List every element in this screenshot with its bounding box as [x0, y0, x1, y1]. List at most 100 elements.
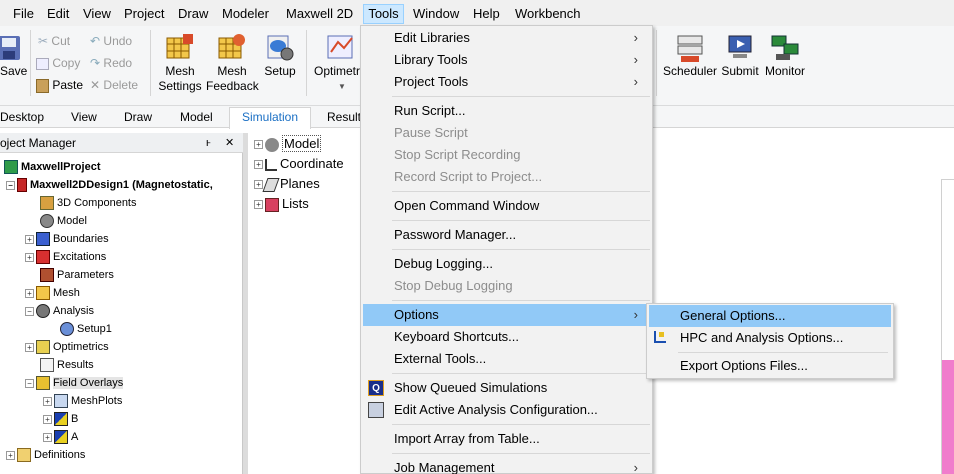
mesh-feedback-button[interactable]: Mesh Feedback: [206, 32, 259, 94]
menu-item-general-options[interactable]: General Options...: [649, 305, 891, 327]
delete-button[interactable]: ✕ Delete: [90, 76, 138, 94]
monitor-label: Monitor: [764, 64, 805, 78]
menu-item-record-script-to-project[interactable]: Record Script to Project...: [363, 166, 650, 188]
redo-button[interactable]: ↷ Redo: [90, 54, 132, 72]
expand-icon[interactable]: +: [25, 234, 34, 244]
components-icon: [40, 196, 54, 211]
menu-window[interactable]: Window: [412, 5, 460, 23]
tab-desktop[interactable]: Desktop: [0, 109, 44, 127]
tree-item-model[interactable]: Model: [40, 212, 87, 230]
setup-button[interactable]: Setup: [260, 32, 300, 79]
menu-item-external-tools[interactable]: External Tools...: [363, 348, 650, 370]
tab-draw[interactable]: Draw: [124, 109, 152, 127]
tree-item-excitations[interactable]: + Excitations: [25, 248, 106, 266]
tree-item-results[interactable]: Results: [40, 356, 94, 374]
menu-item-debug-logging[interactable]: Debug Logging...: [363, 253, 650, 275]
optimetrics-button[interactable]: Optimetr ▼: [312, 32, 360, 94]
save-button[interactable]: Save: [0, 34, 27, 79]
model-tree-item-planes[interactable]: + Planes: [254, 175, 320, 193]
tree-item-setup1[interactable]: Setup1: [60, 320, 112, 338]
menu-item-export-options-files[interactable]: Export Options Files...: [649, 355, 891, 377]
mesh-settings-button[interactable]: Mesh Settings: [156, 32, 204, 94]
tab-view[interactable]: View: [71, 109, 97, 127]
menu-item-keyboard-shortcuts[interactable]: Keyboard Shortcuts...: [363, 326, 650, 348]
close-icon[interactable]: ✕: [225, 133, 234, 153]
menu-item-project-tools[interactable]: Project Tools ›: [363, 71, 650, 93]
menu-tools[interactable]: Tools: [363, 4, 404, 24]
expand-icon[interactable]: +: [254, 140, 263, 150]
tree-item-analysis[interactable]: − Analysis: [25, 302, 94, 320]
tree-item-definitions[interactable]: + Definitions: [6, 446, 85, 464]
undo-button[interactable]: ↶ Undo: [90, 32, 132, 50]
menu-file[interactable]: File: [12, 5, 35, 23]
model-tree-item-lists[interactable]: + Lists: [254, 195, 309, 213]
monitor-button[interactable]: Monitor: [762, 32, 808, 79]
menu-view[interactable]: View: [82, 5, 112, 23]
expand-icon[interactable]: +: [25, 288, 34, 298]
scheduler-button[interactable]: Scheduler: [662, 32, 718, 79]
menu-draw[interactable]: Draw: [177, 5, 209, 23]
tab-model[interactable]: Model: [180, 109, 213, 127]
menu-edit[interactable]: Edit: [46, 5, 70, 23]
lists-icon: [265, 197, 279, 212]
collapse-icon[interactable]: −: [6, 180, 15, 190]
tree-item-b[interactable]: + B: [43, 410, 78, 428]
tree-label: Optimetrics: [53, 341, 109, 353]
menu-modeler[interactable]: Modeler: [221, 5, 270, 23]
paste-button[interactable]: Paste: [36, 76, 83, 94]
tree-item-design[interactable]: − Maxwell2DDesign1 (Magnetostatic,: [6, 176, 213, 194]
menu-help[interactable]: Help: [472, 5, 501, 23]
tree-label: Boundaries: [53, 233, 109, 245]
options-submenu: General Options... HPC and Analysis Opti…: [646, 303, 894, 379]
menu-item-edit-libraries[interactable]: Edit Libraries ›: [363, 27, 650, 49]
setup-label: Setup: [264, 64, 296, 78]
collapse-icon[interactable]: −: [25, 378, 34, 388]
menu-item-import-array-from-table[interactable]: Import Array from Table...: [363, 428, 650, 450]
optimetrics-dropdown-icon[interactable]: ▼: [312, 79, 360, 94]
tree-item-mesh[interactable]: + Mesh: [25, 284, 80, 302]
menu-item-password-manager[interactable]: Password Manager...: [363, 224, 650, 246]
menu-item-stop-script-recording[interactable]: Stop Script Recording: [363, 144, 650, 166]
copy-button[interactable]: Copy: [36, 54, 80, 72]
tree-item-optimetrics[interactable]: + Optimetrics: [25, 338, 109, 356]
menu-project[interactable]: Project: [123, 5, 165, 23]
cut-button[interactable]: ✂ Cut: [38, 32, 70, 50]
tree-item-field-overlays[interactable]: − Field Overlays: [25, 374, 124, 392]
expand-icon[interactable]: +: [43, 432, 52, 442]
tab-result[interactable]: Result: [327, 109, 361, 127]
menu-workbench[interactable]: Workbench: [514, 5, 582, 23]
menu-item-show-queued-simulations[interactable]: Q Show Queued Simulations: [363, 377, 650, 399]
menu-item-pause-script[interactable]: Pause Script: [363, 122, 650, 144]
model-tree-item-coordinate[interactable]: + Coordinate: [254, 155, 344, 173]
pin-icon[interactable]: ⱶ: [206, 133, 211, 153]
expand-icon[interactable]: +: [25, 252, 34, 262]
menu-item-hpc-and-analysis-options[interactable]: HPC and Analysis Options...: [649, 327, 891, 349]
expand-icon[interactable]: +: [6, 450, 15, 460]
tree-item-parameters[interactable]: Parameters: [40, 266, 114, 284]
analysis-config-icon: [368, 402, 384, 418]
collapse-icon[interactable]: −: [25, 306, 34, 316]
tree-item-project[interactable]: MaxwellProject: [4, 158, 100, 176]
tree-item-a[interactable]: + A: [43, 428, 78, 446]
menu-item-library-tools[interactable]: Library Tools ›: [363, 49, 650, 71]
expand-icon[interactable]: +: [43, 414, 52, 424]
expand-icon[interactable]: +: [254, 160, 263, 170]
menu-item-stop-debug-logging[interactable]: Stop Debug Logging: [363, 275, 650, 297]
submit-button[interactable]: Submit: [718, 32, 762, 79]
menu-item-job-management[interactable]: Job Management ›: [363, 457, 650, 474]
tree-item-3d-components[interactable]: 3D Components: [40, 194, 137, 212]
menu-item-edit-active-analysis-configuration[interactable]: Edit Active Analysis Configuration...: [363, 399, 650, 421]
menu-item-run-script[interactable]: Run Script...: [363, 100, 650, 122]
model-tree-item-model[interactable]: + Model: [254, 135, 322, 153]
tree-label: 3D Components: [57, 197, 137, 209]
menu-item-options[interactable]: Options ›: [363, 304, 650, 326]
menu-item-open-command-window[interactable]: Open Command Window: [363, 195, 650, 217]
tree-item-boundaries[interactable]: + Boundaries: [25, 230, 109, 248]
expand-icon[interactable]: +: [254, 180, 263, 190]
tree-item-meshplots[interactable]: + MeshPlots: [43, 392, 122, 410]
expand-icon[interactable]: +: [25, 342, 34, 352]
expand-icon[interactable]: +: [254, 200, 263, 210]
menu-maxwell-2d[interactable]: Maxwell 2D: [285, 5, 354, 23]
expand-icon[interactable]: +: [43, 396, 52, 406]
tab-simulation[interactable]: Simulation: [229, 107, 312, 129]
